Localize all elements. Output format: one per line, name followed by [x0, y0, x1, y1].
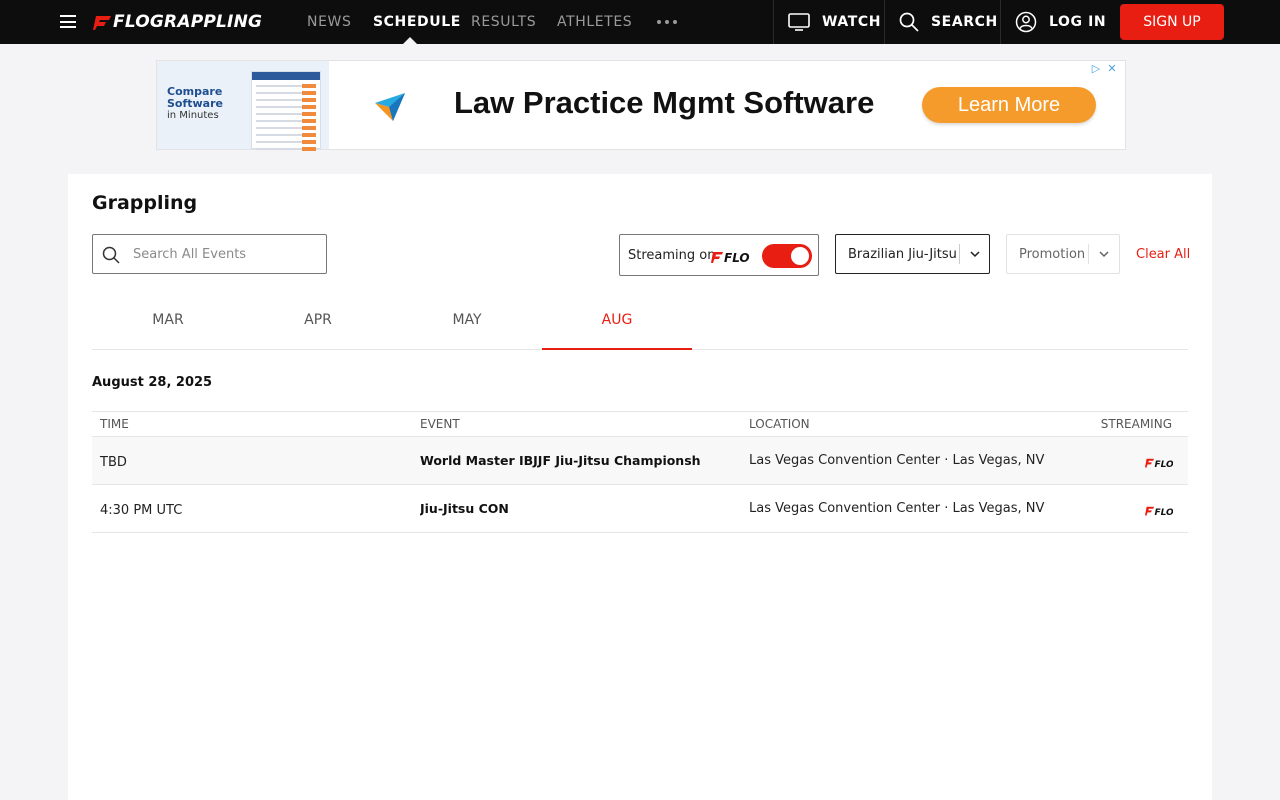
ad-thumbnail: Compare Software in Minutes — [157, 61, 329, 151]
watch-label: WATCH — [822, 14, 882, 30]
chevron-down-icon — [970, 251, 980, 258]
promotion-filter-select[interactable]: Promotion — [1006, 234, 1120, 274]
event-location: Las Vegas Convention Center · Las Vegas,… — [749, 501, 1045, 516]
column-location: LOCATION — [749, 417, 810, 431]
tab-apr[interactable]: APR — [243, 290, 393, 350]
search-input[interactable] — [133, 244, 318, 264]
search-button[interactable]: SEARCH — [884, 0, 1001, 44]
ad-close-icon[interactable]: ✕ — [1105, 62, 1119, 76]
table-header: TIME EVENT LOCATION STREAMING — [92, 411, 1188, 437]
select-divider — [1088, 244, 1089, 264]
tv-icon — [788, 13, 810, 31]
user-icon — [1015, 11, 1037, 33]
promotion-filter-value: Promotion — [1019, 247, 1086, 262]
tab-may[interactable]: MAY — [392, 290, 542, 350]
tab-mar[interactable]: MAR — [93, 290, 243, 350]
more-menu-icon[interactable] — [657, 20, 677, 24]
ad-headline: Law Practice Mgmt Software — [454, 85, 875, 120]
date-heading: August 28, 2025 — [92, 375, 213, 390]
column-time: TIME — [100, 417, 129, 431]
ad-tagline-line3: in Minutes — [167, 110, 219, 121]
ad-tagline-line2: Software — [167, 97, 223, 110]
event-search-box[interactable] — [92, 234, 327, 274]
sport-filter-value: Brazilian Jiu-Jitsu — [848, 247, 957, 262]
streaming-brand-label: FLO — [1155, 460, 1174, 468]
flo-streaming-icon[interactable]: FLO — [1145, 506, 1173, 516]
login-label: LOG IN — [1049, 14, 1107, 30]
month-tabs: MAR APR MAY AUG — [92, 290, 1188, 350]
select-divider — [959, 244, 960, 264]
events-table: TIME EVENT LOCATION STREAMING TBD World … — [92, 411, 1188, 533]
event-time: 4:30 PM UTC — [100, 503, 183, 518]
nav-athletes[interactable]: ATHLETES — [557, 0, 632, 44]
tab-aug[interactable]: AUG — [542, 290, 692, 350]
search-label: SEARCH — [931, 14, 998, 30]
flograppling-logo[interactable]: FLOGRAPPLING — [93, 10, 262, 34]
sport-filter-select[interactable]: Brazilian Jiu-Jitsu — [835, 234, 990, 274]
ad-choices[interactable]: ▷ ✕ — [1089, 62, 1119, 76]
streaming-toggle-switch[interactable] — [762, 244, 812, 268]
nav-results[interactable]: RESULTS — [471, 0, 536, 44]
top-navigation: FLOGRAPPLING NEWS SCHEDULE RESULTS ATHLE… — [0, 0, 1280, 44]
column-streaming: STREAMING — [1100, 417, 1172, 431]
watch-button[interactable]: WATCH — [773, 0, 885, 44]
page-title: Grappling — [92, 192, 198, 214]
menu-icon[interactable] — [60, 15, 76, 28]
clear-all-link[interactable]: Clear All — [1136, 247, 1190, 262]
sign-up-button[interactable]: SIGN UP — [1120, 4, 1224, 40]
streaming-brand: FLO — [724, 251, 750, 263]
streaming-label: Streaming on — [628, 248, 716, 263]
ad-learn-more-button[interactable]: Learn More — [922, 87, 1096, 123]
streaming-on-flo-filter[interactable]: Streaming on FLO — [619, 234, 819, 276]
nav-news[interactable]: NEWS — [307, 0, 351, 44]
event-name-link[interactable]: World Master IBJJF Jiu-Jitsu Championsh — [420, 453, 701, 468]
flo-logo-icon — [93, 16, 111, 30]
login-button[interactable]: LOG IN — [1000, 0, 1108, 44]
ad-screenshot-graphic — [251, 71, 321, 151]
table-row[interactable]: 4:30 PM UTC Jiu-Jitsu CON Las Vegas Conv… — [92, 485, 1188, 533]
ad-logo-arrow-icon — [375, 93, 405, 121]
flo-brand-icon: FLO — [711, 251, 750, 263]
column-event: EVENT — [420, 417, 460, 431]
schedule-card: Grappling Streaming on FLO Brazilian Jiu… — [68, 174, 1212, 800]
search-icon — [899, 12, 919, 32]
event-location: Las Vegas Convention Center · Las Vegas,… — [749, 453, 1045, 468]
brand-name: FLOGRAPPLING — [113, 12, 263, 32]
flo-streaming-icon[interactable]: FLO — [1145, 458, 1173, 468]
active-nav-indicator — [403, 37, 417, 44]
advertisement-banner[interactable]: Compare Software in Minutes Law Practice… — [156, 60, 1126, 151]
table-row[interactable]: TBD World Master IBJJF Jiu-Jitsu Champio… — [92, 437, 1188, 485]
ad-info-icon[interactable]: ▷ — [1089, 62, 1103, 76]
search-icon — [102, 246, 120, 264]
event-name-link[interactable]: Jiu-Jitsu CON — [420, 501, 509, 516]
ad-tagline: Compare Software in Minutes — [167, 86, 223, 122]
chevron-down-icon — [1099, 251, 1109, 258]
streaming-brand-label: FLO — [1155, 508, 1174, 516]
event-time: TBD — [100, 455, 127, 470]
